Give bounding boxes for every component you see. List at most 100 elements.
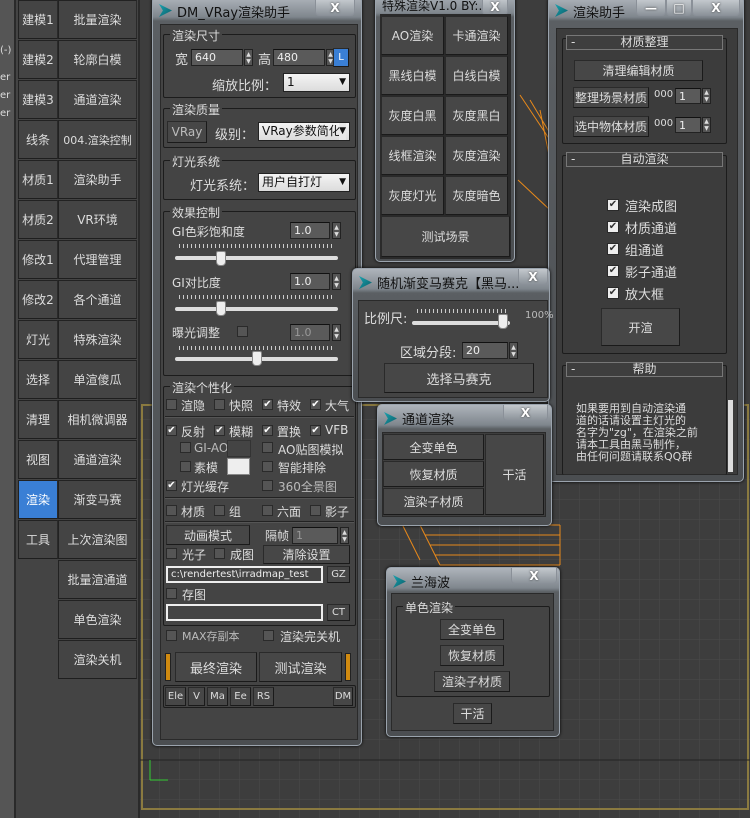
- frame-skip-spinner[interactable]: ▲ ▼: [340, 527, 349, 544]
- pano-checkbox[interactable]: [262, 480, 273, 491]
- special-render-button[interactable]: 白线白模: [445, 56, 508, 95]
- special-render-button[interactable]: 卡通渲染: [445, 16, 508, 55]
- close-button[interactable]: X: [315, 0, 355, 16]
- auto-render-checkbox[interactable]: ✔: [607, 243, 619, 255]
- gi-saturation-spinner[interactable]: ▲ ▼: [332, 222, 341, 239]
- bottom-tool-button[interactable]: Ele: [165, 687, 186, 706]
- light-system-dropdown[interactable]: 用户自打灯 ▼: [258, 173, 350, 192]
- tool-button[interactable]: 批量渲染: [58, 0, 137, 39]
- start-render-button[interactable]: 开渲: [601, 308, 680, 346]
- checkbox[interactable]: ✔: [310, 425, 321, 436]
- tool-button[interactable]: 上次渲染图: [58, 520, 137, 559]
- checkbox[interactable]: ✔: [262, 399, 273, 410]
- tool-button[interactable]: 通道渲染: [58, 440, 137, 479]
- close-button[interactable]: X: [518, 269, 548, 285]
- max-copy-checkbox[interactable]: [166, 630, 177, 641]
- gi-saturation-slider[interactable]: [175, 256, 338, 260]
- checkbox[interactable]: [214, 505, 225, 516]
- tool-button[interactable]: 单色渲染: [58, 600, 137, 639]
- light-cache-checkbox[interactable]: ✔: [166, 480, 177, 491]
- gi-contrast-input[interactable]: 1.0: [290, 273, 330, 290]
- help-section-header[interactable]: - 帮助: [566, 362, 723, 377]
- scale-dropdown[interactable]: 1 ▼: [283, 73, 350, 92]
- slider-thumb[interactable]: [498, 314, 509, 329]
- tool-button[interactable]: 单渲傻瓜: [58, 360, 137, 399]
- all-monochrome-button[interactable]: 全变单色: [440, 619, 504, 640]
- tool-button[interactable]: 渲染关机: [58, 640, 137, 679]
- auto-render-checkbox[interactable]: ✔: [607, 287, 619, 299]
- checkbox[interactable]: [166, 505, 177, 516]
- gi-contrast-spinner[interactable]: ▲ ▼: [332, 273, 341, 290]
- smart-exclude-checkbox[interactable]: [262, 461, 273, 472]
- exposure-spinner[interactable]: ▲ ▼: [332, 324, 341, 341]
- level-dropdown[interactable]: VRay参数简化 ▼: [258, 122, 350, 141]
- checkbox[interactable]: ✔: [214, 425, 225, 436]
- checkbox[interactable]: ✔: [262, 425, 273, 436]
- auto-render-checkbox[interactable]: ✔: [607, 199, 619, 211]
- tool-button[interactable]: VR环境: [58, 200, 137, 239]
- special-render-button[interactable]: 线框渲染: [381, 136, 444, 175]
- close-button[interactable]: X: [503, 405, 548, 421]
- checkbox[interactable]: [214, 399, 225, 410]
- bottom-tool-button[interactable]: Ee: [230, 687, 251, 706]
- checkbox[interactable]: ✔: [166, 425, 177, 436]
- test-render-button[interactable]: 测试渲染: [259, 652, 342, 682]
- close-button[interactable]: X: [482, 0, 508, 15]
- save-path-input[interactable]: [166, 604, 323, 621]
- ao-map-checkbox[interactable]: [262, 442, 273, 453]
- bottom-tool-button[interactable]: RS: [253, 687, 274, 706]
- checkbox[interactable]: [262, 505, 273, 516]
- category-button[interactable]: 修改1: [18, 240, 58, 279]
- close-button[interactable]: X: [511, 568, 557, 584]
- gi-ao-checkbox[interactable]: [180, 442, 191, 453]
- special-render-button[interactable]: 灰度暗色: [445, 176, 508, 215]
- save-image-checkbox[interactable]: [166, 588, 177, 599]
- special-render-button[interactable]: 灰度黑白: [445, 96, 508, 135]
- all-monochrome-button[interactable]: 全变单色: [383, 434, 484, 460]
- material-section-header[interactable]: - 材质整理: [566, 35, 723, 50]
- tool-button[interactable]: 轮廓白模: [58, 40, 137, 79]
- category-button[interactable]: 灯光: [18, 320, 58, 359]
- animation-mode-button[interactable]: 动画模式: [166, 525, 250, 545]
- tool-button[interactable]: 渲染助手: [58, 160, 137, 199]
- width-input[interactable]: 640: [191, 49, 243, 66]
- height-input[interactable]: 480: [273, 49, 325, 66]
- mosaic-scale-slider[interactable]: [412, 321, 510, 325]
- auto-render-checkbox[interactable]: ✔: [607, 221, 619, 233]
- segment-input[interactable]: 20: [462, 342, 508, 359]
- tool-button[interactable]: 各个通道: [58, 280, 137, 319]
- category-button[interactable]: 材质2: [18, 200, 58, 239]
- gz-button[interactable]: GZ: [327, 566, 350, 583]
- final-render-button[interactable]: 最终渲染: [175, 652, 257, 682]
- bottom-tool-button[interactable]: Ma: [207, 687, 228, 706]
- tool-button[interactable]: 004.渲染控制: [58, 120, 137, 159]
- exposure-input[interactable]: 1.0: [290, 324, 330, 341]
- maximize-button[interactable]: □: [666, 0, 692, 16]
- category-button[interactable]: 选择: [18, 360, 58, 399]
- work-button[interactable]: 干活: [453, 703, 492, 724]
- auto-render-checkbox[interactable]: ✔: [607, 265, 619, 277]
- special-render-button[interactable]: 黑线白模: [381, 56, 444, 95]
- slider-thumb[interactable]: [215, 251, 226, 266]
- irradiance-path-input[interactable]: c:\rendertest\irradmap_test: [166, 566, 323, 583]
- category-button[interactable]: 材质1: [18, 160, 58, 199]
- tool-button[interactable]: 渐变马赛: [58, 480, 137, 519]
- close-button[interactable]: X: [692, 0, 740, 16]
- gi-saturation-input[interactable]: 1.0: [290, 222, 330, 239]
- dm-button[interactable]: DM: [333, 687, 353, 706]
- special-render-button[interactable]: 灰度白黑: [381, 96, 444, 135]
- help-scrollbar[interactable]: [728, 400, 733, 472]
- segment-spinner[interactable]: ▲ ▼: [509, 342, 518, 359]
- clear-settings-button[interactable]: 清除设置: [263, 545, 350, 564]
- checkbox[interactable]: [310, 505, 321, 516]
- category-button[interactable]: 建模1: [18, 0, 58, 39]
- gi-contrast-slider[interactable]: [175, 307, 338, 311]
- restore-materials-button[interactable]: 恢复材质: [383, 461, 484, 487]
- checkbox[interactable]: [166, 399, 177, 410]
- special-render-button[interactable]: 灰度灯光: [381, 176, 444, 215]
- selected-number-spinner[interactable]: ▲ ▼: [702, 117, 711, 133]
- width-spinner[interactable]: ▲ ▼: [244, 49, 253, 66]
- test-scene-button[interactable]: 测试场景: [381, 216, 510, 257]
- minimize-button[interactable]: —: [636, 0, 666, 16]
- clay-checkbox[interactable]: [180, 461, 191, 472]
